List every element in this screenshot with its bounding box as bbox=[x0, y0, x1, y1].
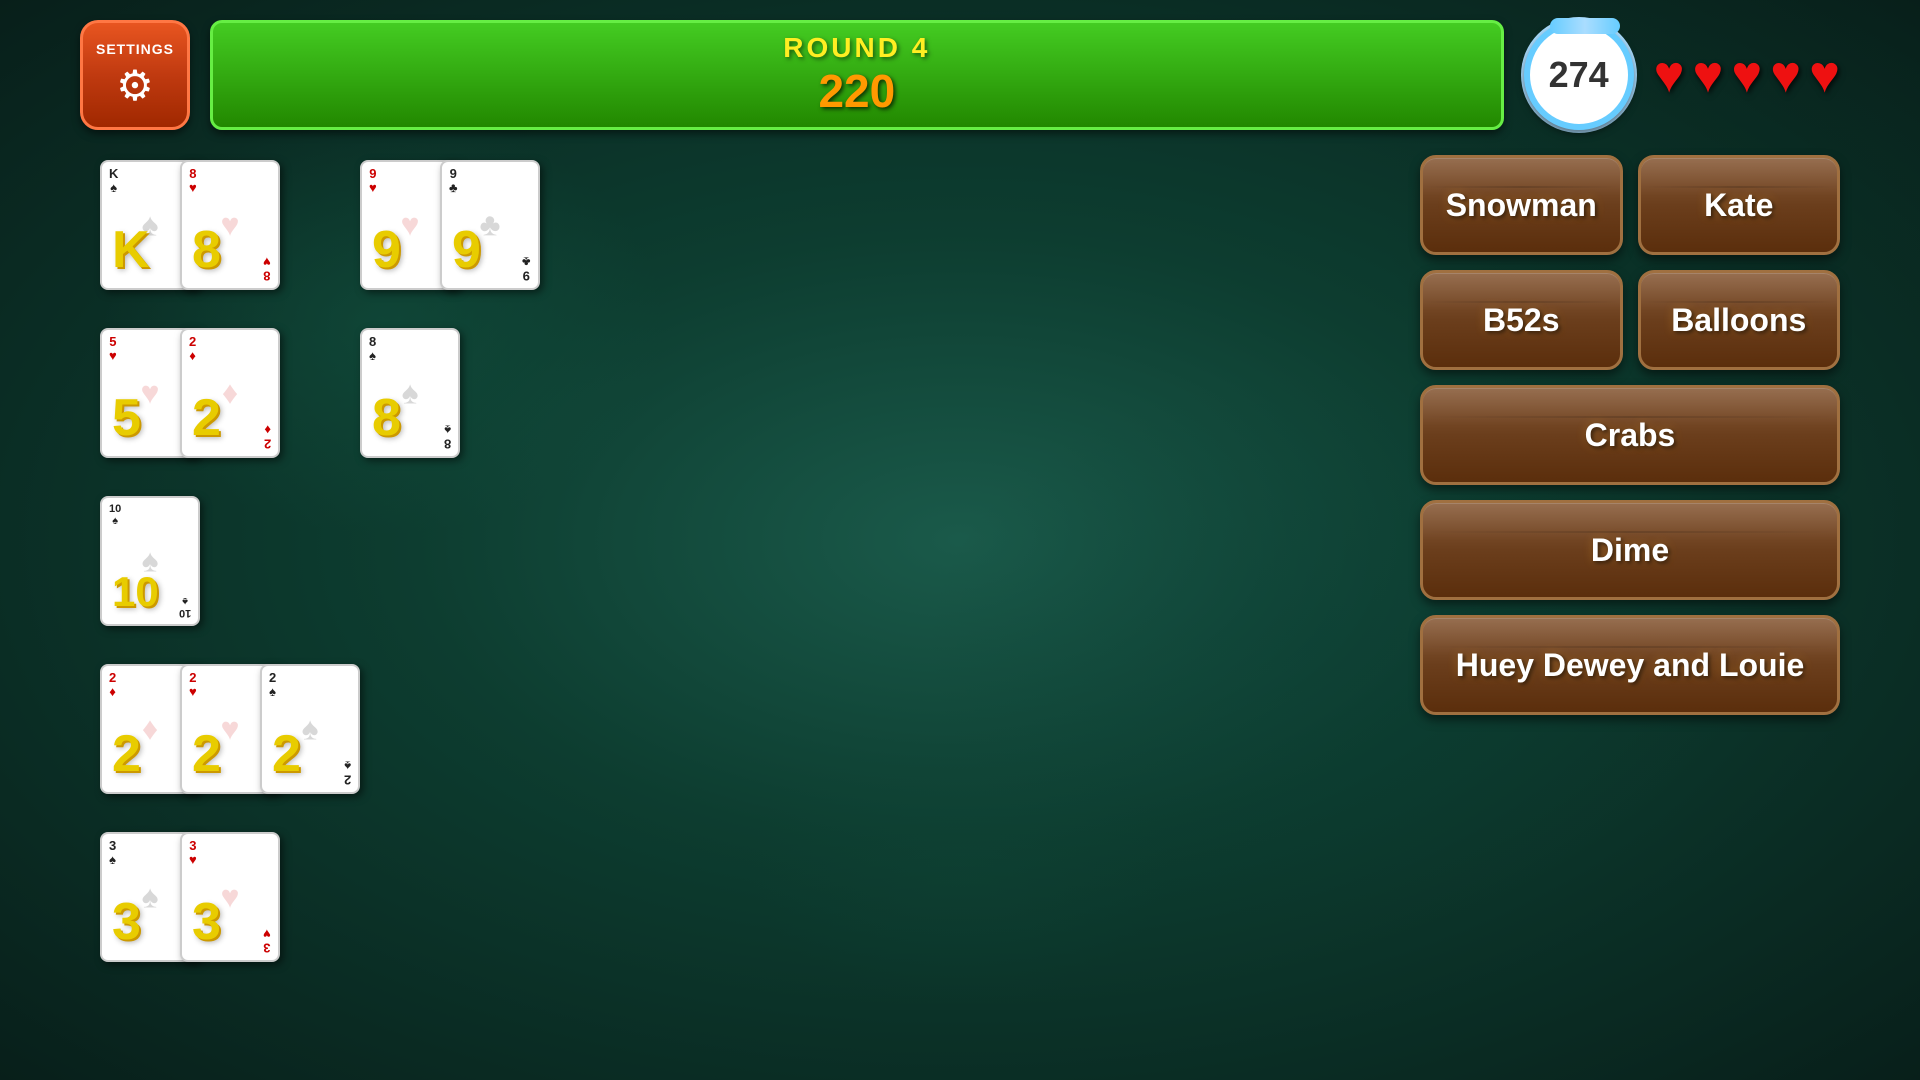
settings-label: SETTINGS bbox=[96, 41, 174, 57]
timer-number: 274 bbox=[1549, 54, 1609, 96]
round-title: ROUND 4 bbox=[783, 32, 930, 64]
heart-5: ♥ bbox=[1809, 45, 1840, 105]
btn-dime-label: Dime bbox=[1591, 531, 1669, 569]
card-value: 2 bbox=[112, 724, 141, 784]
card-value: 9 bbox=[452, 220, 481, 280]
btn-crabs-label: Crabs bbox=[1585, 416, 1676, 454]
card-value: 3 bbox=[112, 892, 141, 952]
card-value: K bbox=[112, 220, 150, 280]
btn-snowman[interactable]: Snowman bbox=[1420, 155, 1623, 255]
card-corner-bottom: 9♣ bbox=[522, 254, 531, 283]
card-corner-top: K♠ bbox=[109, 167, 118, 196]
card-value: 10 bbox=[112, 568, 159, 616]
round-score: 220 bbox=[818, 64, 895, 118]
card-corner-top: 2♠ bbox=[269, 671, 276, 700]
btn-kate[interactable]: Kate bbox=[1638, 155, 1841, 255]
hearts-container: ♥ ♥ ♥ ♥ ♥ bbox=[1654, 45, 1840, 105]
card-value: 2 bbox=[192, 388, 221, 448]
card-value: 9 bbox=[372, 220, 401, 280]
card-corner-top: 9♥ bbox=[369, 167, 377, 196]
card-group-row2: 5♥ 5♥ ♥ 5 2♦ 2♦ ♦ 2 8♠ 8♠ ♠ 8 bbox=[100, 328, 800, 476]
card-corner-bottom: 2♦ bbox=[264, 422, 271, 451]
round-bar: ROUND 4 220 bbox=[210, 20, 1504, 130]
card-suit-bg: ♣ bbox=[480, 207, 501, 244]
card-suit-bg: ♦ bbox=[142, 711, 158, 748]
card-corner-top: 5♥ bbox=[109, 335, 117, 364]
settings-button[interactable]: SETTINGS ⚙ bbox=[80, 20, 190, 130]
card-corner-top: 9♣ bbox=[449, 167, 458, 196]
card-value: 8 bbox=[192, 220, 221, 280]
card-corner-top: 3♥ bbox=[189, 839, 197, 868]
heart-3: ♥ bbox=[1731, 45, 1762, 105]
cards-area: K♠ K♠ ♠ K 8♥ 8♥ ♥ 8 9♥ 9♥ ♥ 9 9♣ 9♣ bbox=[100, 160, 800, 980]
header: SETTINGS ⚙ ROUND 4 220 274 ♥ ♥ ♥ ♥ ♥ bbox=[80, 20, 1840, 130]
timer-circle: 274 bbox=[1524, 20, 1634, 130]
card-8-heart[interactable]: 8♥ 8♥ ♥ 8 bbox=[180, 160, 280, 290]
card-row-222: 2♦ 2♦ ♦ 2 2♥ 2♥ ♥ 2 2♠ 2♠ ♠ 2 bbox=[100, 664, 360, 794]
card-value: 3 bbox=[192, 892, 221, 952]
btn-huey-dewey-louie[interactable]: Huey Dewey and Louie bbox=[1420, 615, 1840, 715]
card-corner-top: 2♥ bbox=[189, 671, 197, 700]
card-row-8: 8♠ 8♠ ♠ 8 bbox=[360, 328, 460, 458]
card-2-spade-2[interactable]: 2♠ 2♠ ♠ 2 bbox=[260, 664, 360, 794]
card-value: 5 bbox=[112, 388, 141, 448]
btn-crabs[interactable]: Crabs bbox=[1420, 385, 1840, 485]
card-3-heart[interactable]: 3♥ 3♥ ♥ 3 bbox=[180, 832, 280, 962]
card-8-spade[interactable]: 8♠ 8♠ ♠ 8 bbox=[360, 328, 460, 458]
btn-balloons-label: Balloons bbox=[1671, 301, 1806, 339]
card-corner-top: 10♠ bbox=[109, 503, 121, 527]
card-corner-top: 8♠ bbox=[369, 335, 376, 364]
card-corner-top: 2♦ bbox=[189, 335, 196, 364]
btn-snowman-label: Snowman bbox=[1446, 186, 1597, 224]
btn-balloons[interactable]: Balloons bbox=[1638, 270, 1841, 370]
card-corner-bottom: 10♠ bbox=[179, 595, 191, 619]
btn-b52s-label: B52s bbox=[1483, 301, 1560, 339]
card-row-33: 3♠ 3♠ ♠ 3 3♥ 3♥ ♥ 3 bbox=[100, 832, 280, 962]
card-corner-bottom: 8♥ bbox=[263, 254, 271, 283]
card-row-52: 5♥ 5♥ ♥ 5 2♦ 2♦ ♦ 2 bbox=[100, 328, 280, 458]
card-suit-bg: ♠ bbox=[302, 711, 319, 748]
card-row-10: 10♠ 10♠ ♠ 10 bbox=[100, 496, 200, 626]
card-group-row1: K♠ K♠ ♠ K 8♥ 8♥ ♥ 8 9♥ 9♥ ♥ 9 9♣ 9♣ bbox=[100, 160, 800, 308]
heart-2: ♥ bbox=[1693, 45, 1724, 105]
card-suit-bg: ♠ bbox=[402, 375, 419, 412]
card-corner-bottom: 2♠ bbox=[344, 758, 351, 787]
name-buttons-panel: Snowman Kate B52s Balloons Crabs Dime Hu… bbox=[1420, 155, 1840, 715]
card-corner-top: 2♦ bbox=[109, 671, 116, 700]
card-corner-top: 3♠ bbox=[109, 839, 116, 868]
card-group-row3: 10♠ 10♠ ♠ 10 bbox=[100, 496, 800, 644]
card-suit-bg: ♥ bbox=[221, 879, 240, 916]
card-row-99: 9♥ 9♥ ♥ 9 9♣ 9♣ ♣ 9 bbox=[360, 160, 540, 290]
card-value: 2 bbox=[272, 724, 301, 784]
heart-4: ♥ bbox=[1770, 45, 1801, 105]
btn-dime[interactable]: Dime bbox=[1420, 500, 1840, 600]
card-value: 2 bbox=[192, 724, 221, 784]
card-10-spade[interactable]: 10♠ 10♠ ♠ 10 bbox=[100, 496, 200, 626]
gear-icon: ⚙ bbox=[116, 61, 154, 110]
card-row-k8: K♠ K♠ ♠ K 8♥ 8♥ ♥ 8 bbox=[100, 160, 280, 290]
card-suit-bg: ♥ bbox=[401, 207, 420, 244]
card-corner-bottom: 8♠ bbox=[444, 422, 451, 451]
btn-huey-dewey-louie-label: Huey Dewey and Louie bbox=[1456, 646, 1805, 684]
card-suit-bg: ♥ bbox=[221, 711, 240, 748]
card-suit-bg: ♥ bbox=[221, 207, 240, 244]
card-corner-top: 8♥ bbox=[189, 167, 197, 196]
card-value: 8 bbox=[372, 388, 401, 448]
card-suit-bg: ♥ bbox=[141, 375, 160, 412]
btn-b52s[interactable]: B52s bbox=[1420, 270, 1623, 370]
card-suit-bg: ♠ bbox=[142, 879, 159, 916]
card-suit-bg: ♦ bbox=[222, 375, 238, 412]
card-corner-bottom: 3♥ bbox=[263, 926, 271, 955]
card-2-diamond[interactable]: 2♦ 2♦ ♦ 2 bbox=[180, 328, 280, 458]
card-group-row4: 2♦ 2♦ ♦ 2 2♥ 2♥ ♥ 2 2♠ 2♠ ♠ 2 bbox=[100, 664, 800, 812]
card-group-row5: 3♠ 3♠ ♠ 3 3♥ 3♥ ♥ 3 bbox=[100, 832, 800, 980]
btn-kate-label: Kate bbox=[1704, 186, 1773, 224]
card-9-club[interactable]: 9♣ 9♣ ♣ 9 bbox=[440, 160, 540, 290]
heart-1: ♥ bbox=[1654, 45, 1685, 105]
